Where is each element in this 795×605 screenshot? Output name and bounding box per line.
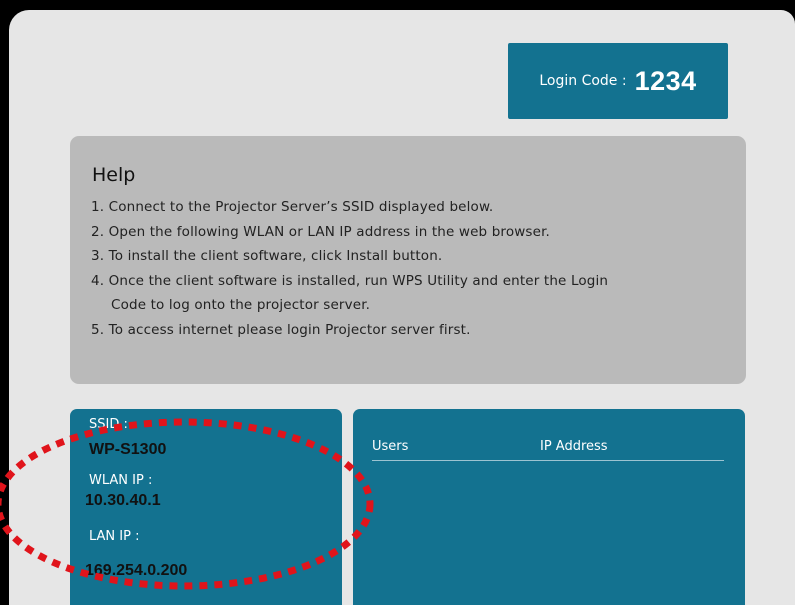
users-column-header: Users bbox=[372, 439, 409, 454]
help-panel: Help 1. Connect to the Projector Server’… bbox=[70, 136, 746, 384]
help-step: 3. To install the client software, click… bbox=[91, 248, 443, 264]
ip-address-column-header: IP Address bbox=[540, 439, 608, 454]
help-title: Help bbox=[92, 164, 136, 186]
login-code-box: Login Code : 1234 bbox=[508, 43, 728, 119]
help-steps-list: 1. Connect to the Projector Server’s SSI… bbox=[91, 195, 608, 342]
help-step: 5. To access internet please login Proje… bbox=[91, 321, 471, 338]
wlan-ip-value: 10.30.40.1 bbox=[85, 492, 161, 509]
help-step-continuation: Code to log onto the projector server. bbox=[111, 297, 371, 313]
wlan-ip-label: WLAN IP : bbox=[89, 473, 153, 488]
connected-users-panel: Users IP Address bbox=[353, 409, 745, 605]
ssid-value: WP-S1300 bbox=[89, 441, 167, 458]
help-step: 2. Open the following WLAN or LAN IP add… bbox=[91, 223, 550, 240]
login-code-value: 1234 bbox=[634, 65, 697, 96]
lan-ip-label: LAN IP : bbox=[89, 529, 140, 544]
projector-server-page: Login Code : 1234 Help 1. Connect to the… bbox=[9, 10, 795, 605]
users-table-header: Users IP Address bbox=[372, 437, 724, 461]
help-step: 4. Once the client software is installed… bbox=[91, 272, 609, 289]
ssid-label: SSID : bbox=[89, 417, 128, 432]
login-code-label: Login Code : bbox=[539, 73, 627, 89]
lan-ip-value: 169.254.0.200 bbox=[85, 562, 188, 579]
network-info-panel: SSID : WP-S1300 WLAN IP : 10.30.40.1 LAN… bbox=[70, 409, 342, 605]
help-step: 1. Connect to the Projector Server’s SSI… bbox=[91, 199, 494, 215]
